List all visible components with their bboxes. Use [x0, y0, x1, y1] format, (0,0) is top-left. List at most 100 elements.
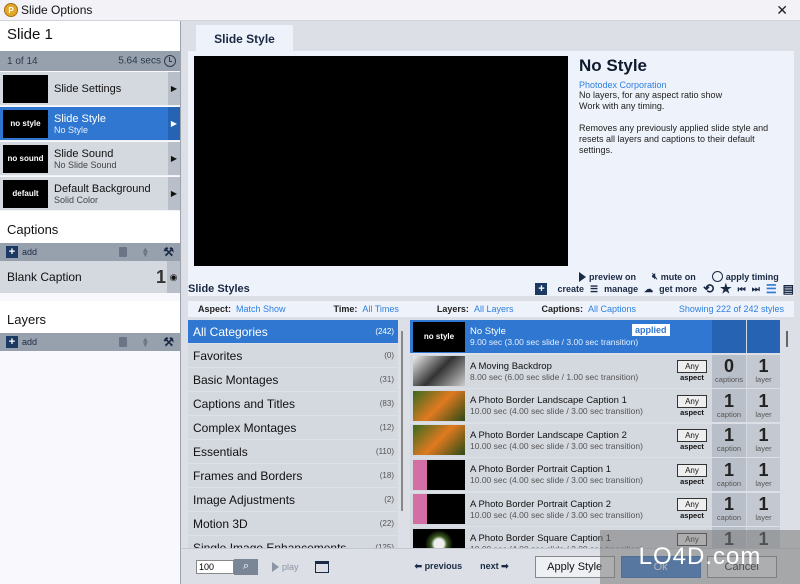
- captions-filter[interactable]: All Captions: [588, 304, 636, 314]
- category-scrollbar[interactable]: [401, 331, 403, 511]
- captions-toolbar: + add ▲ ▼ ⚒: [0, 243, 180, 261]
- star-icon[interactable]: ★: [720, 281, 732, 297]
- tab-slide-style[interactable]: Slide Style: [196, 25, 293, 52]
- add-layer-button[interactable]: add: [22, 337, 37, 347]
- category-item[interactable]: Captions and Titles (83): [188, 392, 398, 415]
- manage-button[interactable]: manage: [604, 284, 638, 294]
- style-thumbnail: [413, 390, 465, 421]
- category-count: (12): [379, 423, 394, 432]
- skip-first-icon[interactable]: ⏮: [738, 284, 746, 295]
- trash-icon[interactable]: [119, 337, 128, 347]
- layers-filter[interactable]: All Layers: [474, 304, 514, 314]
- navigation: ⬅ previous next ➡: [415, 561, 509, 572]
- add-icon[interactable]: +: [6, 246, 18, 258]
- aspect-badge: Anyaspect: [677, 394, 707, 417]
- style-row[interactable]: no style No Style 9.00 sec (3.00 sec slid…: [410, 320, 780, 353]
- zoom-input[interactable]: [196, 559, 234, 574]
- search-icon[interactable]: ⌕: [234, 558, 258, 575]
- category-count: (242): [375, 327, 394, 336]
- style-row[interactable]: A Moving Backdrop 8.00 sec (6.00 sec slid…: [410, 354, 780, 388]
- play-icon: [272, 561, 279, 572]
- option-thumbnail: no sound: [3, 144, 48, 173]
- aspect-label: aspect: [680, 511, 704, 520]
- option-slide-settings[interactable]: Slide Settings ▶: [0, 72, 180, 106]
- category-name: Single Image Enhancements: [193, 540, 347, 549]
- layers-column: 1layer: [746, 389, 780, 422]
- reorder-icon[interactable]: ▲ ▼: [141, 246, 149, 259]
- aspect-badge: Anyaspect: [677, 429, 707, 451]
- close-button[interactable]: ✕: [776, 2, 788, 19]
- layers-count: 1: [758, 494, 769, 514]
- chevron-right-icon[interactable]: ▶: [168, 142, 180, 175]
- option-title: Slide Sound: [54, 147, 114, 160]
- aspect-label: aspect: [680, 407, 704, 417]
- next-button[interactable]: next ➡: [480, 561, 509, 572]
- add-icon[interactable]: +: [6, 336, 18, 348]
- layers-column: [746, 320, 780, 353]
- window-icon[interactable]: [314, 560, 329, 573]
- aspect-filter[interactable]: Match Show: [236, 304, 286, 314]
- style-row[interactable]: A Photo Border Portrait Caption 1 10.00 s…: [410, 458, 780, 491]
- time-filter[interactable]: All Times: [362, 304, 399, 314]
- chevron-right-icon[interactable]: ▶: [168, 177, 180, 210]
- category-item[interactable]: Favorites (0): [188, 344, 398, 367]
- aspect-label: Aspect:: [198, 304, 232, 314]
- category-item[interactable]: Frames and Borders (18): [188, 464, 398, 487]
- style-row[interactable]: A Photo Border Landscape Caption 2 10.00 …: [410, 423, 780, 457]
- category-item[interactable]: Single Image Enhancements (125): [188, 536, 398, 548]
- style-scrollbar[interactable]: [786, 331, 788, 347]
- category-list: All Categories (242) Favorites (0) Basic Mon…: [188, 320, 398, 548]
- previous-button[interactable]: ⬅ previous: [415, 561, 463, 572]
- category-item[interactable]: All Categories (242): [188, 320, 398, 343]
- style-row[interactable]: A Photo Border Portrait Caption 2 10.00 s…: [410, 492, 780, 526]
- manage-icon[interactable]: ☰: [590, 284, 598, 295]
- category-item[interactable]: Motion 3D (22): [188, 512, 398, 535]
- option-slide-sound[interactable]: no sound Slide Sound No Slide Sound ▶: [0, 142, 180, 176]
- option-slide-style[interactable]: no style Slide Style No Style ▶: [0, 107, 180, 141]
- create-icon[interactable]: +: [535, 283, 548, 295]
- category-item[interactable]: Image Adjustments (2): [188, 488, 398, 511]
- captions-column: 1caption: [712, 389, 746, 422]
- play-button[interactable]: play: [272, 561, 299, 572]
- clock-icon[interactable]: [164, 55, 176, 67]
- create-button[interactable]: create: [557, 284, 584, 294]
- category-count: (83): [379, 399, 394, 408]
- get-more-button[interactable]: get more: [659, 284, 697, 294]
- captions-count: 1: [723, 390, 734, 411]
- option-title: Slide Settings: [54, 82, 122, 95]
- reorder-icon[interactable]: ▲ ▼: [141, 336, 149, 349]
- option-default-background[interactable]: default Default Background Solid Color ▶: [0, 177, 180, 211]
- style-row[interactable]: A Photo Border Landscape Caption 1 10.00 …: [410, 389, 780, 422]
- detail-view-icon[interactable]: ▤: [783, 282, 794, 296]
- refresh-icon[interactable]: ⟲: [703, 281, 714, 297]
- app-logo-icon: P: [4, 3, 18, 17]
- add-caption-button[interactable]: add: [22, 247, 37, 257]
- preview-video[interactable]: [194, 56, 568, 266]
- category-name: Image Adjustments: [193, 492, 296, 507]
- list-view-icon[interactable]: ☰: [766, 282, 777, 296]
- layers-label: layer: [755, 513, 772, 522]
- caption-item[interactable]: Blank Caption 1 ◉: [0, 261, 180, 293]
- category-item[interactable]: Basic Montages (31): [188, 368, 398, 391]
- any-label: Any: [677, 429, 707, 442]
- layers-label: layer: [755, 478, 772, 488]
- style-author-link[interactable]: Photodex Corporation: [579, 80, 779, 90]
- tools-icon[interactable]: ⚒: [163, 245, 174, 259]
- captions-label: Captions:: [541, 304, 583, 314]
- category-count: (31): [379, 375, 394, 384]
- layers-label: layer: [755, 444, 772, 453]
- slide-duration: 5.64 secs: [118, 55, 161, 67]
- eye-icon[interactable]: ◉: [167, 261, 180, 293]
- skip-last-icon[interactable]: ⏭: [752, 284, 760, 295]
- style-duration: 9.00 sec (3.00 sec slide / 3.00 sec tran…: [470, 337, 639, 347]
- category-item[interactable]: Complex Montages (12): [188, 416, 398, 439]
- category-count: (22): [379, 519, 394, 528]
- chevron-right-icon[interactable]: ▶: [168, 107, 180, 140]
- layers-count: 1: [758, 390, 769, 411]
- cloud-download-icon[interactable]: ☁: [644, 284, 653, 295]
- tools-icon[interactable]: ⚒: [163, 335, 174, 349]
- category-item[interactable]: Essentials (110): [188, 440, 398, 463]
- trash-icon[interactable]: [119, 247, 128, 257]
- category-name: All Categories: [193, 324, 268, 339]
- chevron-right-icon[interactable]: ▶: [168, 72, 180, 105]
